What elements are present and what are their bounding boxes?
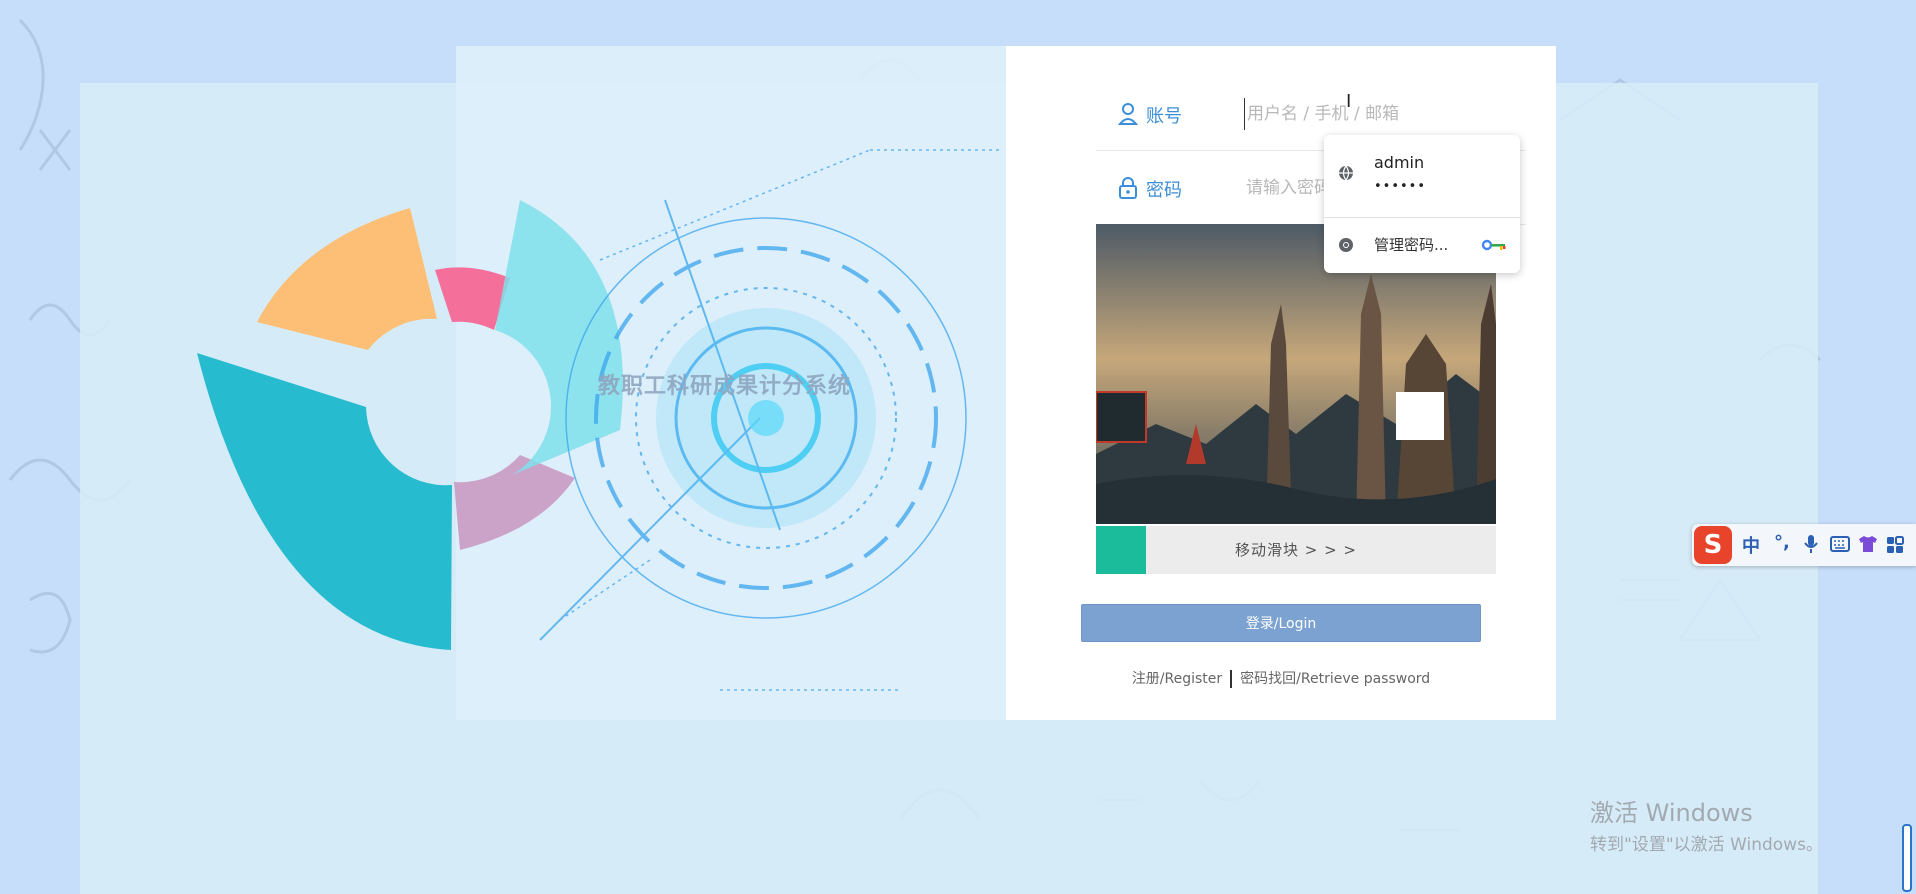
login-button[interactable]: 登录/Login xyxy=(1081,604,1481,642)
manage-passwords-label: 管理密码... xyxy=(1374,236,1449,254)
captcha-puzzle-piece xyxy=(1096,391,1147,443)
donut-slice-cyan xyxy=(495,200,623,475)
slider-hint: 移动滑块 > > > xyxy=(1234,541,1357,559)
link-separator xyxy=(1230,670,1233,688)
donut-slice-teal xyxy=(197,353,452,650)
ime-language-toggle[interactable]: 中 xyxy=(1742,532,1760,558)
globe-icon xyxy=(1339,165,1353,181)
text-cursor-icon: I xyxy=(1346,91,1352,112)
saved-username: admin xyxy=(1374,153,1425,172)
manage-passwords-item[interactable]: 管理密码... xyxy=(1324,217,1520,273)
saved-credential-item[interactable]: admin •••••• xyxy=(1324,135,1520,218)
watermark-line2: 转到"设置"以激活 Windows。 xyxy=(1590,835,1823,855)
scrollbar-thumb[interactable] xyxy=(1902,824,1912,892)
mic-icon[interactable] xyxy=(1804,534,1818,554)
hero-illustration xyxy=(197,149,1000,691)
captcha-slider-track: 移动滑块 > > > xyxy=(1096,526,1496,574)
register-link[interactable]: 注册/Register xyxy=(1132,671,1222,687)
account-label: 账号 xyxy=(1146,106,1182,127)
autofill-dropdown: admin •••••• 管理密码... xyxy=(1324,135,1520,273)
shirt-icon[interactable] xyxy=(1858,535,1878,553)
ime-punctuation-toggle[interactable]: °, xyxy=(1774,532,1790,553)
sogou-logo-icon[interactable]: S xyxy=(1694,526,1732,564)
key-icon xyxy=(1481,239,1506,251)
grid-icon[interactable] xyxy=(1886,536,1904,554)
user-icon xyxy=(1118,103,1138,125)
windows-activation-watermark: 激活 Windows 转到"设置"以激活 Windows。 xyxy=(1590,793,1823,855)
donut-slice-mauve xyxy=(454,455,575,550)
keyboard-icon[interactable] xyxy=(1830,536,1850,552)
lock-icon xyxy=(1119,177,1137,199)
password-label: 密码 xyxy=(1146,180,1182,201)
ime-toolbar: S 中 °, xyxy=(1692,524,1916,566)
account-input[interactable] xyxy=(1244,98,1509,130)
captcha-target-slot xyxy=(1396,392,1444,440)
chrome-icon xyxy=(1339,238,1353,252)
retrieve-password-link[interactable]: 密码找回/Retrieve password xyxy=(1240,671,1430,687)
watermark-line1: 激活 Windows xyxy=(1590,799,1753,827)
saved-password-mask: •••••• xyxy=(1374,179,1427,194)
donut-slice-orange xyxy=(257,208,437,350)
auth-links: 注册/Register 密码找回/Retrieve password xyxy=(1081,668,1481,688)
system-title: 教职工科研成果计分系统 xyxy=(598,374,852,399)
